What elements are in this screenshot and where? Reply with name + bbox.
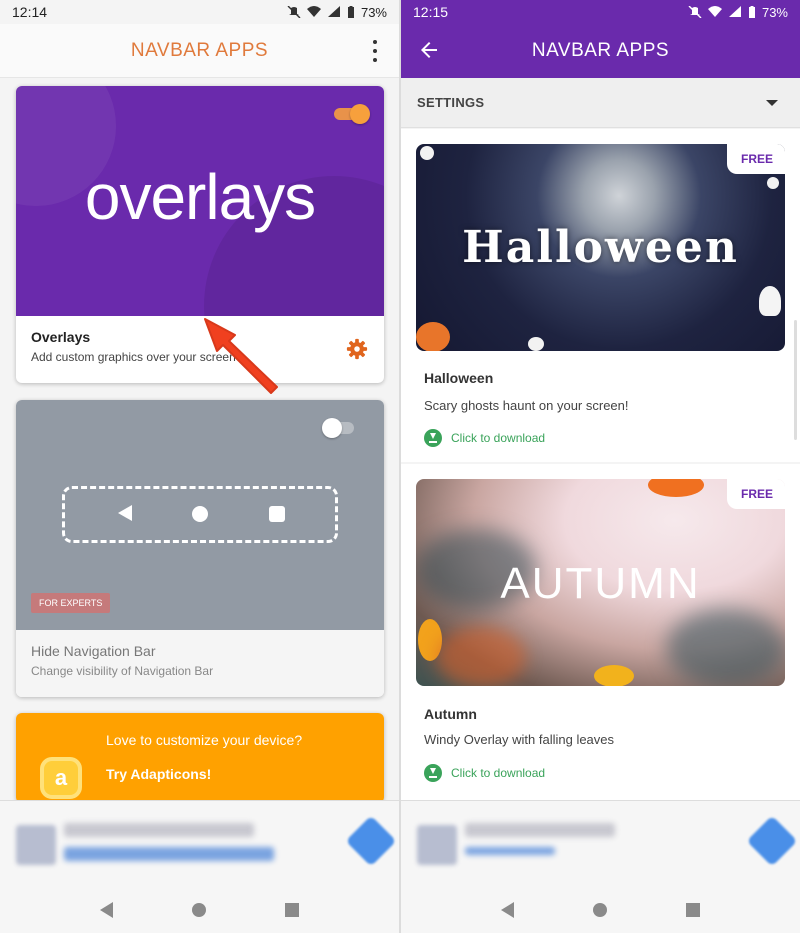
ad-headline-blurred <box>465 823 615 837</box>
download-label: Click to download <box>451 431 546 445</box>
overlays-title: Overlays <box>31 329 91 345</box>
mute-icon <box>688 6 702 18</box>
navbar-card-footer: Hide Navigation Bar Change visibility of… <box>16 630 384 697</box>
navbar-banner: FOR EXPERTS <box>16 400 384 630</box>
battery-icon <box>347 6 354 18</box>
more-vert-icon[interactable] <box>371 40 379 62</box>
battery-icon <box>748 6 755 18</box>
adapticons-line1: Love to customize your device? <box>106 732 303 748</box>
autumn-image-word: AUTUMN <box>500 559 701 608</box>
theme-card-halloween[interactable]: Halloween FREE Halloween Scary ghosts ha… <box>401 129 800 462</box>
app-title: NAVBAR APPS <box>531 40 670 61</box>
nav-recents-icon[interactable] <box>686 903 701 917</box>
preview-back-icon <box>118 505 132 521</box>
system-navigation-bar <box>0 887 399 933</box>
left-screen: 12:14 73% NAVBAR APPS overlays Overlays … <box>0 0 399 933</box>
ad-logo <box>417 825 457 865</box>
theme-card-autumn[interactable]: AUTUMN FREE Autumn Windy Overlay with fa… <box>401 464 800 800</box>
overlays-subtitle: Add custom graphics over your screen <box>31 350 236 364</box>
halloween-description: Scary ghosts haunt on your screen! <box>424 398 629 413</box>
autumn-title: Autumn <box>424 706 477 722</box>
nav-back-icon[interactable] <box>500 902 514 918</box>
download-label: Click to download <box>451 766 546 780</box>
ad-banner[interactable] <box>401 800 800 887</box>
halloween-download-link[interactable]: Click to download <box>424 429 545 447</box>
dropdown-caret-icon <box>766 99 778 106</box>
navbar-card[interactable]: FOR EXPERTS Hide Navigation Bar Change v… <box>16 400 384 697</box>
navbar-toggle[interactable] <box>322 418 358 438</box>
overlays-card-footer: Overlays Add custom graphics over your s… <box>16 316 384 377</box>
status-icons: 73% <box>688 5 788 20</box>
nav-back-icon[interactable] <box>99 902 113 918</box>
mute-icon <box>287 6 301 18</box>
status-time: 12:14 <box>12 4 48 20</box>
ad-banner[interactable] <box>0 800 399 887</box>
wifi-icon <box>306 6 321 17</box>
ad-logo <box>16 825 56 865</box>
ad-subline-blurred <box>64 847 274 861</box>
app-title: NAVBAR APPS <box>130 39 269 61</box>
back-arrow-icon[interactable] <box>417 38 441 62</box>
signal-icon <box>327 6 340 17</box>
status-bar: 12:14 73% <box>0 0 399 24</box>
adapticons-card[interactable]: a Love to customize your device? Try Ada… <box>16 713 384 803</box>
preview-recents-icon <box>269 506 285 522</box>
ad-headline-blurred <box>64 823 254 837</box>
navbar-subtitle: Change visibility of Navigation Bar <box>31 664 214 678</box>
overlays-toggle[interactable] <box>334 104 370 124</box>
autumn-download-link[interactable]: Click to download <box>424 764 545 782</box>
halloween-title: Halloween <box>424 370 494 386</box>
nav-home-icon[interactable] <box>191 903 206 917</box>
status-time: 12:15 <box>413 4 449 20</box>
autumn-description: Windy Overlay with falling leaves <box>424 732 615 747</box>
wifi-icon <box>707 6 722 17</box>
settings-label: SETTINGS <box>417 95 485 110</box>
download-icon <box>424 764 442 782</box>
app-bar: NAVBAR APPS <box>0 24 399 78</box>
ad-action-button[interactable] <box>746 815 798 867</box>
settings-dropdown[interactable]: SETTINGS <box>401 78 800 128</box>
app-bar: NAVBAR APPS <box>401 24 800 78</box>
ad-subline-blurred <box>465 847 555 855</box>
gear-icon[interactable] <box>346 338 368 360</box>
preview-home-icon <box>192 506 208 522</box>
halloween-image-word: Halloween <box>462 222 739 273</box>
overlays-banner: overlays <box>16 86 384 316</box>
ad-action-button[interactable] <box>345 815 397 867</box>
nav-home-icon[interactable] <box>592 903 607 917</box>
overlays-card[interactable]: overlays Overlays Add custom graphics ov… <box>16 86 384 383</box>
nav-recents-icon[interactable] <box>285 903 300 917</box>
status-bar: 12:15 73% <box>401 0 800 24</box>
free-tag: FREE <box>726 144 785 174</box>
adapticons-line2[interactable]: Try Adapticons! <box>106 766 211 782</box>
download-icon <box>424 429 442 447</box>
overlays-banner-word: overlays <box>84 161 316 233</box>
scrollbar[interactable] <box>794 320 797 440</box>
status-icons: 73% <box>287 5 387 20</box>
halloween-preview-image: Halloween FREE <box>416 144 785 351</box>
for-experts-badge: FOR EXPERTS <box>31 593 111 613</box>
battery-percent: 73% <box>360 4 387 20</box>
adapticons-app-icon: a <box>40 757 82 799</box>
right-screen: 12:15 73% NAVBAR APPS SETTINGS Halloween… <box>401 0 800 933</box>
autumn-preview-image: AUTUMN FREE <box>416 479 785 686</box>
free-tag: FREE <box>726 479 785 509</box>
system-navigation-bar <box>401 887 800 933</box>
navbar-title: Hide Navigation Bar <box>31 643 156 659</box>
signal-icon <box>728 6 741 17</box>
battery-percent: 73% <box>761 4 788 20</box>
